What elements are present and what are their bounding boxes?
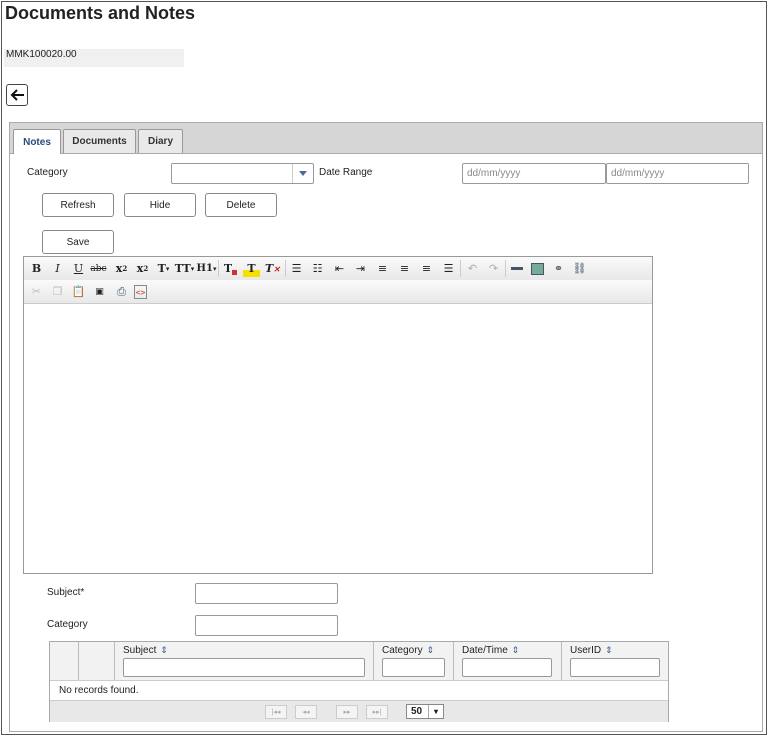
- chevron-down-icon: [292, 164, 313, 183]
- subscript-icon[interactable]: x2: [113, 260, 130, 277]
- heading-icon[interactable]: H1 ▾: [197, 260, 217, 277]
- grid-header-userid[interactable]: UserID ⇕: [562, 642, 668, 680]
- grid-header-datetime[interactable]: Date/Time ⇕: [454, 642, 562, 680]
- image-icon[interactable]: [529, 260, 546, 277]
- subject-label: Subject*: [47, 587, 85, 598]
- bullet-list-icon[interactable]: ☰: [288, 260, 305, 277]
- category-filter-label: Category: [27, 167, 68, 178]
- subject-input[interactable]: [195, 583, 338, 604]
- date-to-input[interactable]: [606, 163, 749, 184]
- grid-header-category[interactable]: Category ⇕: [374, 642, 454, 680]
- hide-button[interactable]: Hide: [124, 193, 196, 217]
- tab-documents[interactable]: Documents: [63, 129, 136, 153]
- paste-icon[interactable]: 📋: [70, 283, 87, 300]
- font-icon[interactable]: T ▾: [155, 260, 172, 277]
- page-size-value: 50: [411, 706, 423, 717]
- empty-row: No records found.: [50, 680, 668, 701]
- editor-content-area[interactable]: [24, 304, 652, 573]
- outdent-icon[interactable]: ⇤: [331, 260, 348, 277]
- editor-toolbar-row1: B I U abc x2 x2 T ▾ TT ▾ H1 ▾ T T T ✕ ☰ ☷ ⇤ …: [24, 257, 652, 281]
- date-from-input[interactable]: [462, 163, 606, 184]
- notes-grid: Subject ⇕ Category ⇕ Date/Time ⇕ UserID ⇕ No…: [49, 641, 669, 722]
- sort-icon[interactable]: ⇕: [427, 645, 435, 656]
- italic-icon[interactable]: I: [49, 260, 66, 277]
- userid-column-label: UserID: [570, 645, 602, 656]
- tab-notes[interactable]: Notes: [13, 129, 61, 154]
- clear-format-icon[interactable]: T ✕: [264, 260, 281, 277]
- align-right-icon[interactable]: ≡: [418, 260, 435, 277]
- prev-page-icon[interactable]: ◂◂: [295, 705, 317, 719]
- tab-diary[interactable]: Diary: [138, 129, 183, 153]
- datetime-filter-input[interactable]: [462, 658, 552, 677]
- align-center-icon[interactable]: ≡: [396, 260, 413, 277]
- next-page-icon[interactable]: ▸▸: [336, 705, 358, 719]
- grid-header-subject[interactable]: Subject ⇕: [115, 642, 374, 680]
- source-icon[interactable]: <>: [134, 285, 147, 299]
- sort-icon[interactable]: ⇕: [160, 645, 168, 656]
- numbered-list-icon[interactable]: ☷: [309, 260, 326, 277]
- subject-column-label: Subject: [123, 645, 157, 656]
- paste-text-icon[interactable]: ▣: [91, 283, 108, 300]
- toolbar-separator: [218, 260, 219, 277]
- align-left-icon[interactable]: ≡: [374, 260, 391, 277]
- last-page-icon[interactable]: ▸▸|: [366, 705, 388, 719]
- underline-icon[interactable]: U: [70, 260, 87, 277]
- empty-message: No records found.: [59, 685, 139, 696]
- category-label: Category: [47, 619, 88, 630]
- delete-button[interactable]: Delete: [205, 193, 277, 217]
- category-select[interactable]: [171, 163, 314, 184]
- toolbar-separator: [460, 260, 461, 277]
- rich-text-editor: B I U abc x2 x2 T ▾ TT ▾ H1 ▾ T T T ✕ ☰ ☷ ⇤ …: [23, 256, 653, 574]
- grid-header-label: Date/Time ⇕: [462, 645, 519, 656]
- horizontal-rule-icon[interactable]: [508, 260, 525, 277]
- first-page-icon[interactable]: |◂◂: [265, 705, 287, 719]
- tab-bar: Notes Documents Diary: [10, 123, 762, 154]
- bold-icon[interactable]: B: [28, 260, 45, 277]
- page-title: Documents and Notes: [5, 3, 196, 23]
- justify-icon[interactable]: ☰: [440, 260, 457, 277]
- subject-filter-input[interactable]: [123, 658, 365, 677]
- save-button[interactable]: Save: [42, 230, 114, 254]
- date-range-label: Date Range: [319, 167, 373, 178]
- category-column-label: Category: [382, 645, 423, 656]
- grid-header-label: UserID ⇕: [570, 645, 613, 656]
- chevron-down-icon: ▾: [428, 705, 443, 718]
- grid-header-label: Subject ⇕: [123, 645, 168, 656]
- redo-icon[interactable]: ↷: [485, 260, 502, 277]
- superscript-icon[interactable]: x2: [134, 260, 151, 277]
- undo-icon[interactable]: ↶: [464, 260, 481, 277]
- sort-icon[interactable]: ⇕: [512, 645, 520, 656]
- link-icon[interactable]: ⚭: [550, 260, 567, 277]
- back-button[interactable]: [6, 84, 28, 106]
- unlink-icon[interactable]: ⛓: [571, 260, 588, 277]
- refresh-button[interactable]: Refresh: [42, 193, 114, 217]
- font-size-icon[interactable]: TT ▾: [175, 260, 195, 277]
- grid-header-action: [79, 642, 115, 680]
- userid-filter-input[interactable]: [570, 658, 660, 677]
- copy-icon[interactable]: ❐: [49, 283, 66, 300]
- indent-icon[interactable]: ⇥: [352, 260, 369, 277]
- sort-icon[interactable]: ⇕: [605, 645, 613, 656]
- datetime-column-label: Date/Time: [462, 645, 508, 656]
- grid-header-select: [50, 642, 79, 680]
- back-arrow-icon: [10, 89, 24, 101]
- strikethrough-icon[interactable]: abc: [90, 260, 107, 277]
- category-input[interactable]: [195, 615, 338, 636]
- grid-pager: |◂◂ ◂◂ ▸▸ ▸▸| 50 ▾: [50, 700, 668, 722]
- print-icon[interactable]: ⎙: [113, 283, 130, 300]
- grid-header-label: Category ⇕: [382, 645, 434, 656]
- page-size-select[interactable]: 50 ▾: [406, 704, 444, 719]
- record-id: MMK100020.00: [4, 49, 184, 67]
- cut-icon[interactable]: ✂: [28, 283, 45, 300]
- toolbar-separator: [285, 260, 286, 277]
- text-color-icon[interactable]: T: [222, 260, 239, 277]
- highlight-icon[interactable]: T: [243, 260, 260, 277]
- category-filter-input[interactable]: [382, 658, 445, 677]
- toolbar-separator: [505, 260, 506, 277]
- editor-toolbar-row2: ✂ ❐ 📋 ▣ ⎙ <>: [24, 280, 652, 304]
